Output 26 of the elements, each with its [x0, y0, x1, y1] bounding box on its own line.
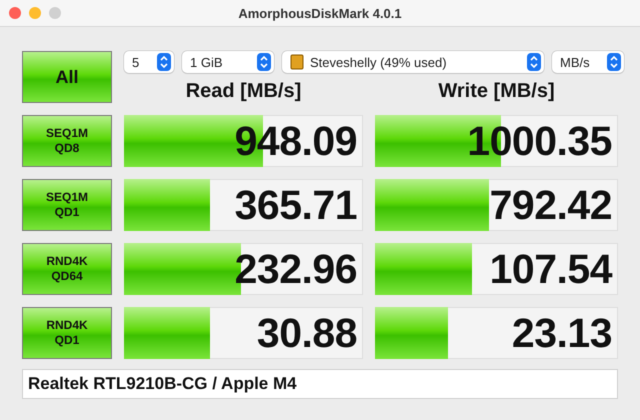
drive-select[interactable]: Steveshelly (49% used): [282, 51, 544, 73]
stepper-icon: [257, 53, 271, 71]
window-title: AmorphousDiskMark 4.0.1: [238, 6, 402, 20]
size-select[interactable]: 1 GiB: [182, 51, 274, 73]
column-header: Write [MB/s]: [437, 80, 556, 103]
minimize-icon[interactable]: [29, 7, 41, 19]
stepper-icon: [527, 53, 541, 71]
unit-select[interactable]: MB/s: [552, 51, 624, 73]
test-button[interactable]: RND4K QD1: [22, 307, 112, 359]
result-value: 365.71: [234, 181, 357, 230]
stepper-icon: [607, 53, 621, 71]
all-button[interactable]: All: [22, 51, 112, 103]
result-value: 23.13: [512, 309, 612, 358]
close-icon[interactable]: [9, 7, 21, 19]
stepper-icon: [157, 53, 171, 71]
count-select[interactable]: 5: [124, 51, 174, 73]
drive-icon: [290, 54, 304, 70]
result-value: 30.88: [256, 309, 357, 358]
result-value: 107.54: [490, 245, 612, 294]
zoom-icon[interactable]: [49, 7, 61, 19]
column-header: Read [MB/s]: [184, 80, 302, 103]
test-button[interactable]: SEQ1M QD8: [22, 115, 112, 167]
result-value: 792.42: [490, 181, 612, 230]
test-button[interactable]: RND4K QD64: [22, 243, 112, 295]
comment-field[interactable]: Realtek RTL9210B-CG / Apple M4: [22, 369, 618, 399]
test-button[interactable]: SEQ1M QD1: [22, 179, 112, 231]
